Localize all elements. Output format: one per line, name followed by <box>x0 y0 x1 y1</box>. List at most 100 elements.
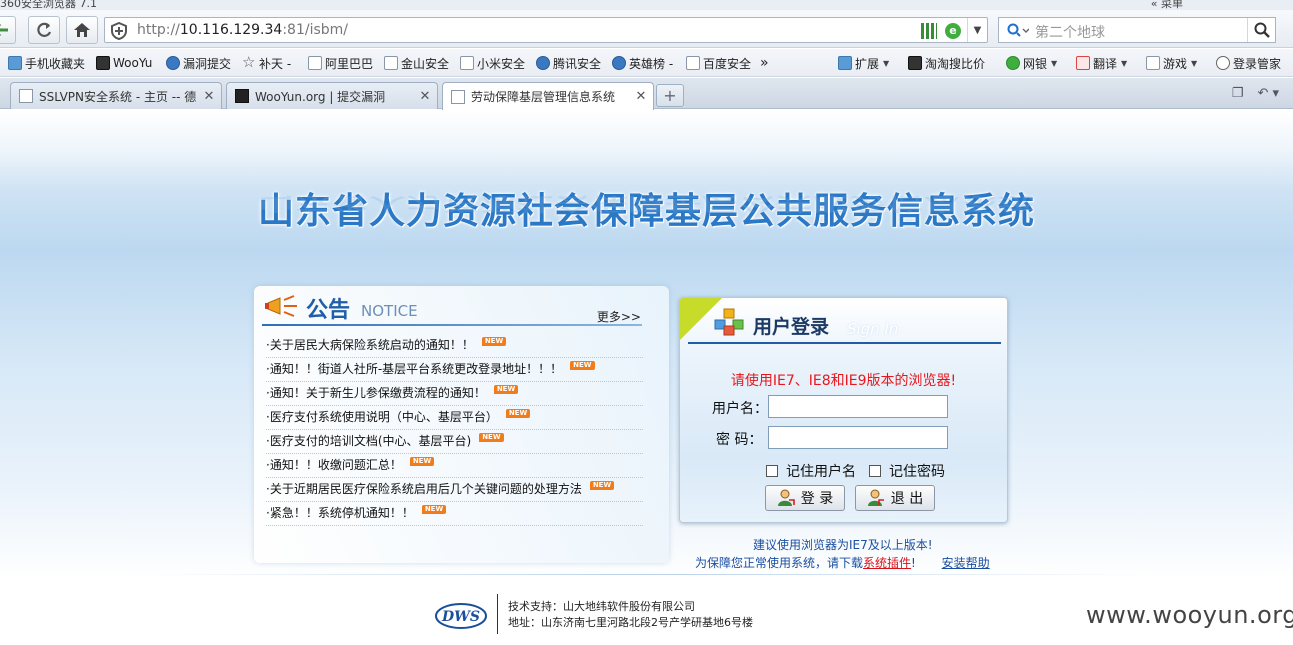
notice-item[interactable]: ·通知！！收缴问题汇总！ NEW <box>266 454 643 478</box>
close-tab-icon[interactable]: ✕ <box>201 89 217 104</box>
notice-list: ·关于居民大病保险系统启动的通知！！ NEW ·通知！！街道人社所-基层平台系统更… <box>266 334 643 526</box>
notice-more-link[interactable]: 更多>> <box>597 308 641 325</box>
search-box[interactable]: 第二个地球 <box>998 17 1276 43</box>
tab-sslvpn[interactable]: SSLVPN安全系统 - 主页 -- 德 ✕ <box>10 82 222 109</box>
page-icon <box>460 56 474 70</box>
bookmark-overflow-chevron[interactable]: » <box>760 54 769 72</box>
bank-icon <box>1006 56 1020 70</box>
refresh-button[interactable] <box>28 16 60 44</box>
notice-item[interactable]: ·医疗支付系统使用说明（中心、基层平台） NEW <box>266 406 643 430</box>
address-dropdown-icon[interactable]: ▼ <box>967 18 987 42</box>
notice-item[interactable]: ·关于居民大病保险系统启动的通知！！ NEW <box>266 334 643 358</box>
refresh-icon <box>37 22 52 37</box>
new-badge: NEW <box>409 457 435 466</box>
tab-wooyun[interactable]: WooYun.org | 提交漏洞 ✕ <box>226 82 438 109</box>
user-logout-icon <box>867 489 884 506</box>
login-cubes-icon <box>714 308 744 336</box>
bookmark-vuln-submit[interactable]: 漏洞提交 <box>166 54 231 72</box>
browser-warning: 请使用IE7、IE8和IE9版本的浏览器! <box>730 373 957 389</box>
address-bar[interactable]: http://10.116.129.34:81/isbm/ e ▼ <box>104 17 988 43</box>
logout-button[interactable]: 退 出 <box>855 485 935 511</box>
login-button[interactable]: 登 录 <box>765 485 845 511</box>
login-panel: 用户登录 Sign In 请使用IE7、IE8和IE9版本的浏览器! 用户名： … <box>679 297 1008 523</box>
close-tab-icon[interactable]: ✕ <box>417 89 433 104</box>
key-icon <box>1216 56 1230 70</box>
notice-item[interactable]: ·通知！关于新生儿参保缴费流程的通知！ NEW <box>266 382 643 406</box>
bookmark-alibaba[interactable]: 阿里巴巴 <box>308 54 373 72</box>
search-engine-icon[interactable] <box>1007 23 1029 37</box>
restore-tabs-icon[interactable]: ❐ <box>1232 86 1244 101</box>
notice-item[interactable]: ·紧急！！系统停机通知！！ NEW <box>266 502 643 526</box>
tech-support-text: 技术支持：山大地纬软件股份有限公司 <box>508 600 695 613</box>
checkbox-box[interactable] <box>869 465 881 477</box>
notice-item[interactable]: ·医疗支付的培训文档(中心、基层平台) NEW <box>266 430 643 454</box>
navigation-toolbar: http://10.116.129.34:81/isbm/ e ▼ 第二个地球 <box>0 10 1293 48</box>
tool-login-manager[interactable]: 登录管家 <box>1216 54 1281 72</box>
checkbox-box[interactable] <box>766 465 778 477</box>
tool-online-banking[interactable]: 网银 ▼ <box>1006 54 1057 72</box>
username-label: 用户名： <box>712 401 768 417</box>
back-button[interactable] <box>0 16 16 44</box>
window-title: 360安全浏览器 7.1 <box>0 0 97 10</box>
system-plugin-link[interactable]: 系统插件 <box>863 556 911 570</box>
menu-button[interactable]: « 菜单 <box>1151 0 1183 10</box>
ie-compat-icon[interactable]: e <box>945 23 961 39</box>
new-badge: NEW <box>570 361 595 370</box>
back-arrow-icon <box>0 24 8 36</box>
notice-divider <box>262 324 642 326</box>
bookmark-baidu[interactable]: 百度安全 <box>686 54 751 72</box>
username-input[interactable] <box>768 395 948 418</box>
notice-item[interactable]: ·通知！！街道人社所-基层平台系统更改登录地址！！！ NEW <box>266 358 643 382</box>
new-badge: NEW <box>481 337 507 346</box>
tool-translate[interactable]: 翻译 ▼ <box>1076 54 1127 72</box>
new-tab-button[interactable]: + <box>656 84 684 107</box>
bookmark-butian[interactable]: 补天 - <box>242 53 291 72</box>
bookmark-xiaomi[interactable]: 小米安全 <box>460 54 525 72</box>
home-button[interactable] <box>66 16 98 44</box>
tool-price-compare[interactable]: 淘淘搜比价 <box>908 54 985 72</box>
new-badge: NEW <box>505 409 531 418</box>
mobile-icon <box>8 56 22 70</box>
install-help-link[interactable]: 安装帮助 <box>942 556 990 570</box>
bookmark-heroes[interactable]: 英雄榜 - <box>612 54 673 72</box>
undo-close-icon[interactable]: ↶ ▾ <box>1257 86 1279 101</box>
close-tab-icon[interactable]: ✕ <box>633 89 649 104</box>
notice-item[interactable]: ·关于近期居民医疗保险系统启用后几个关键问题的处理方法 NEW <box>266 478 643 502</box>
notice-panel: 公告 NOTICE 更多>> ·关于居民大病保险系统启动的通知！！ NEW ·通知… <box>254 286 669 563</box>
tencent-shield-icon <box>536 56 550 70</box>
page-icon <box>451 89 465 104</box>
search-button[interactable] <box>1247 18 1275 42</box>
bookmark-kingsoft[interactable]: 金山安全 <box>384 54 449 72</box>
tab-labor-system[interactable]: 劳动保障基层管理信息系统 ✕ <box>442 82 654 110</box>
remember-password-checkbox[interactable]: 记住密码 <box>869 461 945 481</box>
password-label: 密 码： <box>716 432 763 448</box>
qrcode-icon[interactable] <box>921 23 937 39</box>
wooyun-icon <box>96 56 110 70</box>
window-titlebar: 360安全浏览器 7.1 « 菜单 <box>0 0 1293 10</box>
search-icon <box>1254 22 1270 38</box>
home-icon <box>74 23 90 37</box>
login-divider <box>688 342 1001 344</box>
page-icon <box>19 89 33 103</box>
bookmark-wooyun[interactable]: WooYu <box>96 54 152 72</box>
new-badge: NEW <box>589 481 615 490</box>
shield-icon <box>166 56 180 70</box>
page-content: 山东省人力资源社会保障基层公共服务信息系统 山东省人力资源社会保障基层公共服务信… <box>0 110 1293 645</box>
bookmark-tencent[interactable]: 腾讯安全 <box>536 54 601 72</box>
plugin-tip: 为保障您正常使用系统，请下载系统插件! 安装帮助 <box>695 556 990 570</box>
banner-title-reflection: 山东省人力资源社会保障基层公共服务信息系统 <box>257 193 1035 214</box>
notice-subtitle: NOTICE <box>361 302 418 320</box>
wooyun-icon <box>235 89 249 103</box>
shield-icon <box>612 56 626 70</box>
tool-games[interactable]: 游戏 ▼ <box>1146 54 1197 72</box>
footer-separator <box>497 594 498 634</box>
notice-title: 公告 <box>306 297 351 323</box>
tab-strip: SSLVPN安全系统 - 主页 -- 德 ✕ WooYun.org | 提交漏洞… <box>0 78 1293 110</box>
page-icon <box>384 56 398 70</box>
remember-username-checkbox[interactable]: 记住用户名 <box>766 461 856 481</box>
address-url[interactable]: http://10.116.129.34:81/isbm/ <box>137 22 348 38</box>
tool-extensions[interactable]: 扩展 ▼ <box>838 54 889 72</box>
new-badge: NEW <box>493 385 519 394</box>
bookmark-mobile-favorites[interactable]: 手机收藏夹 <box>8 54 85 72</box>
password-input[interactable] <box>768 426 948 449</box>
